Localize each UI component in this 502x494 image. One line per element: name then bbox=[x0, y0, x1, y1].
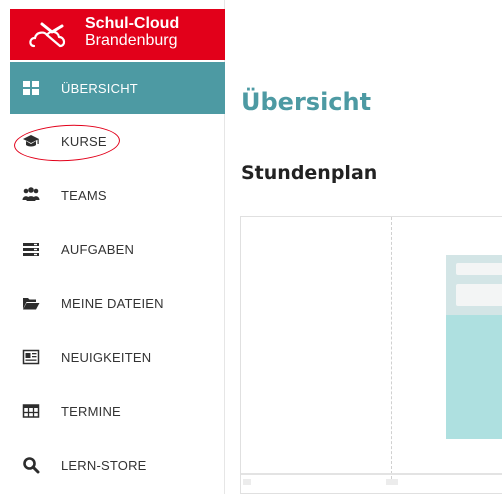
main-content: Übersicht Stundenplan bbox=[226, 0, 502, 494]
timetable-bottom-line bbox=[241, 473, 502, 475]
search-icon bbox=[23, 457, 40, 474]
event-header bbox=[446, 255, 502, 315]
sidebar-item-label: NEUIGKEITEN bbox=[61, 349, 152, 365]
sidebar-item-label: TERMINE bbox=[61, 403, 121, 419]
folder-open-icon bbox=[23, 298, 40, 310]
dashboard-icon bbox=[23, 81, 39, 95]
section-title: Stundenplan bbox=[241, 162, 378, 184]
page-title: Übersicht bbox=[241, 88, 372, 116]
tasks-icon bbox=[23, 243, 39, 256]
sidebar-item-lern-store[interactable]: LERN-STORE bbox=[10, 438, 225, 492]
sidebar-item-termine[interactable]: TERMINE bbox=[10, 384, 225, 438]
brand-region: Brandenburg bbox=[85, 32, 178, 49]
brand-logo-link[interactable]: Schul-Cloud Brandenburg bbox=[10, 9, 225, 60]
sidebar: Schul-Cloud Brandenburg ÜBERSICHT KURSE bbox=[0, 0, 225, 494]
sidebar-item-label: AUFGABEN bbox=[61, 241, 135, 257]
sidebar-item-aufgaben[interactable]: AUFGABEN bbox=[10, 222, 225, 276]
sidebar-item-uebersicht[interactable]: ÜBERSICHT bbox=[10, 62, 225, 114]
newspaper-icon bbox=[22, 349, 40, 365]
calendar-table-icon bbox=[22, 404, 40, 418]
sidebar-item-teams[interactable]: TEAMS bbox=[10, 168, 225, 222]
cloud-logo-icon bbox=[29, 22, 66, 48]
event-title-placeholder bbox=[456, 263, 502, 275]
sidebar-item-label: TEAMS bbox=[61, 187, 107, 203]
timetable bbox=[240, 216, 502, 494]
timetable-day-divider bbox=[391, 217, 392, 479]
sidebar-item-label: ÜBERSICHT bbox=[61, 80, 138, 96]
sidebar-item-neuigkeiten[interactable]: NEUIGKEITEN bbox=[10, 330, 225, 384]
sidebar-item-label: LERN-STORE bbox=[61, 457, 147, 473]
sidebar-item-label: MEINE DATEIEN bbox=[61, 295, 164, 311]
timetable-footer-cell bbox=[243, 479, 251, 485]
users-icon bbox=[22, 187, 40, 201]
sidebar-item-meine-dateien[interactable]: MEINE DATEIEN bbox=[10, 276, 225, 330]
brand-name: Schul-Cloud bbox=[85, 15, 180, 32]
timetable-event[interactable] bbox=[446, 255, 502, 439]
sidebar-nav: ÜBERSICHT KURSE TEAMS AUFGABEN MEINE DAT… bbox=[10, 62, 225, 492]
timetable-footer-cell bbox=[386, 479, 398, 485]
event-time-placeholder bbox=[456, 284, 502, 306]
